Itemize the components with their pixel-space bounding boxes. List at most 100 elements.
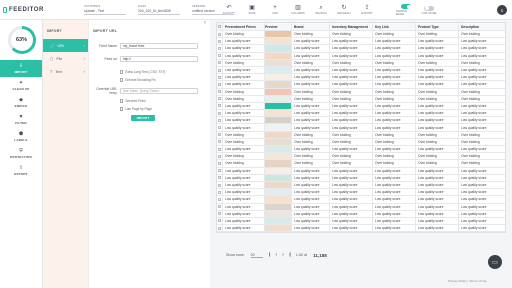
table-cell[interactable]: Low quality score bbox=[330, 174, 373, 181]
column-header[interactable]: Preview bbox=[265, 23, 292, 30]
table-row[interactable]: Low quality score Low quality score Low qu… bbox=[217, 174, 505, 182]
table-cell[interactable]: Over bidding bbox=[292, 160, 330, 167]
table-row[interactable]: Over bidding Over bidding Over bidding Over… bbox=[217, 138, 505, 146]
table-cell[interactable]: Low quality score bbox=[292, 74, 330, 81]
row-checkbox[interactable] bbox=[218, 154, 221, 158]
table-cell[interactable]: Low quality score bbox=[416, 146, 459, 153]
table-cell[interactable]: Low quality score bbox=[459, 146, 505, 152]
table-cell[interactable]: Low quality score bbox=[373, 146, 416, 153]
table-cell[interactable]: Over bidding bbox=[373, 138, 416, 145]
table-cell[interactable]: Over bidding bbox=[292, 31, 330, 38]
table-cell[interactable]: Over bidding bbox=[330, 138, 373, 145]
table-cell[interactable]: Low quality score bbox=[416, 181, 459, 189]
table-cell[interactable]: Low quality score bbox=[223, 181, 265, 189]
table-cell[interactable]: Low quality score bbox=[330, 181, 373, 189]
table-cell[interactable]: Low quality score bbox=[459, 45, 505, 51]
table-cell[interactable]: Low quality score bbox=[373, 110, 416, 117]
table-cell[interactable]: Low quality score bbox=[416, 81, 459, 88]
table-cell[interactable]: Low quality score bbox=[223, 52, 265, 59]
table-cell[interactable]: Low quality score bbox=[373, 102, 416, 110]
table-row[interactable]: Low quality score Low quality score Low qu… bbox=[217, 181, 505, 190]
table-cell[interactable]: Low quality score bbox=[330, 38, 373, 45]
table-cell[interactable]: Low quality score bbox=[223, 81, 265, 88]
table-cell[interactable]: Low quality score bbox=[330, 210, 373, 217]
table-cell[interactable]: Low quality score bbox=[459, 38, 505, 44]
table-cell[interactable]: Low quality score bbox=[373, 203, 416, 210]
table-cell[interactable]: Low quality score bbox=[459, 218, 505, 224]
table-cell[interactable]: Low quality score bbox=[223, 74, 265, 81]
table-cell[interactable]: Low quality score bbox=[459, 168, 505, 174]
first-page-icon[interactable]: |‹ bbox=[269, 252, 271, 258]
row-checkbox[interactable] bbox=[218, 212, 221, 216]
checkbox-box[interactable] bbox=[120, 70, 124, 74]
table-cell[interactable]: Low quality score bbox=[223, 196, 265, 203]
table-cell[interactable]: Low quality score bbox=[223, 110, 265, 117]
table-cell[interactable]: Over bidding bbox=[292, 138, 330, 145]
table-cell[interactable]: Low quality score bbox=[330, 217, 373, 225]
extra-long-text-checkbox[interactable]: Extra Long Text (.CSV, TXT) bbox=[120, 70, 165, 74]
table-cell[interactable]: Low quality score bbox=[459, 175, 505, 181]
column-header[interactable]: Product Type bbox=[416, 23, 459, 30]
table-cell[interactable]: Over bidding bbox=[459, 132, 505, 138]
rows-per-page-select[interactable]: 20 bbox=[250, 253, 263, 258]
table-row[interactable]: Over bidding Over bidding Over bidding Over… bbox=[217, 160, 505, 168]
table-cell[interactable]: Low quality score bbox=[292, 210, 330, 217]
chat-icon[interactable]: ▭ bbox=[488, 255, 502, 269]
nav-item-protection[interactable]: ⛨ PROTECTION bbox=[0, 145, 42, 162]
row-checkbox[interactable] bbox=[218, 118, 221, 122]
table-cell[interactable]: Low quality score bbox=[223, 102, 265, 110]
table-cell[interactable]: Low quality score bbox=[416, 217, 459, 225]
table-cell[interactable]: Low quality score bbox=[459, 189, 505, 195]
table-cell[interactable]: Low quality score bbox=[330, 110, 373, 117]
table-cell[interactable]: Low quality score bbox=[292, 45, 330, 52]
row-checkbox[interactable] bbox=[218, 126, 221, 130]
toolbar-columns-button[interactable]: ▥ COLUMNS bbox=[287, 5, 309, 15]
table-cell[interactable]: Low quality score bbox=[459, 103, 505, 109]
toggle-switch[interactable] bbox=[424, 5, 434, 11]
table-cell[interactable]: Low quality score bbox=[330, 45, 373, 52]
mode-sample-mode-toggle[interactable]: SAMPLE MODE bbox=[396, 4, 416, 16]
brand-logo[interactable]: FEEDITOR bbox=[0, 6, 44, 13]
table-cell[interactable]: Low quality score bbox=[330, 167, 373, 174]
next-page-icon[interactable]: › bbox=[282, 252, 283, 258]
row-checkbox[interactable] bbox=[218, 226, 221, 230]
table-cell[interactable]: Low quality score bbox=[223, 146, 265, 153]
table-cell[interactable]: Over bidding bbox=[223, 59, 265, 66]
column-header[interactable]: Description bbox=[459, 23, 505, 30]
table-row[interactable]: Low quality score Low quality score Low qu… bbox=[217, 203, 505, 211]
table-cell[interactable]: Low quality score bbox=[459, 204, 505, 210]
table-cell[interactable]: Over bidding bbox=[373, 31, 416, 38]
row-checkbox[interactable] bbox=[218, 82, 221, 86]
table-cell[interactable]: Over bidding bbox=[292, 95, 330, 102]
table-cell[interactable]: Low quality score bbox=[459, 225, 505, 231]
table-cell[interactable]: Over bidding bbox=[292, 88, 330, 95]
table-cell[interactable]: Low quality score bbox=[330, 225, 373, 232]
table-row[interactable]: Low quality score Low quality score Low qu… bbox=[217, 102, 505, 111]
table-cell[interactable]: Over bidding bbox=[416, 31, 459, 38]
table-cell[interactable]: Low quality score bbox=[292, 225, 330, 232]
table-cell[interactable]: Low quality score bbox=[292, 203, 330, 210]
table-cell[interactable]: Low quality score bbox=[373, 174, 416, 181]
table-row[interactable]: Over bidding Over bidding Over bidding Over… bbox=[217, 131, 505, 139]
toolbar-refresh-button[interactable]: ↻ REFRESH bbox=[333, 5, 355, 15]
table-cell[interactable]: Low quality score bbox=[416, 52, 459, 59]
table-row[interactable]: Low quality score Low quality score Low qu… bbox=[217, 146, 505, 154]
last-page-icon[interactable]: ›| bbox=[289, 252, 291, 258]
table-cell[interactable]: Low quality score bbox=[416, 124, 459, 131]
table-cell[interactable]: Low quality score bbox=[459, 196, 505, 202]
table-cell[interactable]: Low quality score bbox=[223, 45, 265, 52]
table-cell[interactable]: Over bidding bbox=[459, 31, 505, 37]
override-input[interactable]: Use Token, Query, Token... bbox=[120, 88, 198, 94]
table-cell[interactable]: Over bidding bbox=[459, 160, 505, 166]
table-cell[interactable]: Low quality score bbox=[373, 124, 416, 131]
table-cell[interactable]: Low quality score bbox=[223, 210, 265, 217]
table-cell[interactable]: Low quality score bbox=[292, 110, 330, 117]
table-cell[interactable]: Low quality score bbox=[416, 225, 459, 232]
table-cell[interactable]: Low quality score bbox=[223, 189, 265, 196]
row-checkbox[interactable] bbox=[218, 68, 221, 72]
row-checkbox[interactable] bbox=[218, 39, 221, 43]
table-cell[interactable]: Low quality score bbox=[223, 217, 265, 225]
checkbox-box[interactable] bbox=[120, 99, 124, 103]
collapse-icon[interactable]: ‹ bbox=[204, 20, 206, 26]
table-cell[interactable]: Low quality score bbox=[223, 174, 265, 181]
